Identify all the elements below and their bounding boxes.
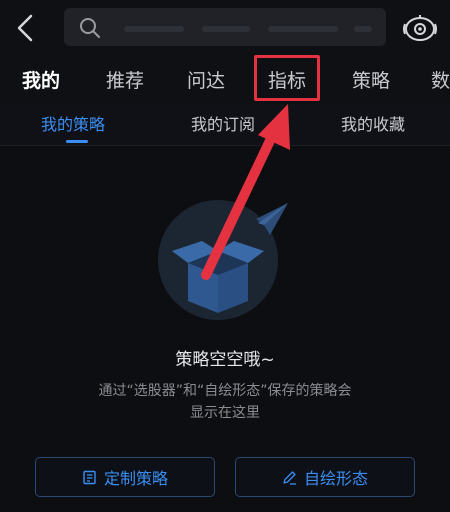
highlight-annotation-box — [254, 55, 320, 101]
search-bar[interactable] — [64, 8, 386, 46]
empty-state-description: 通过“选股器”和“自绘形态”保存的策略会 显示在这里 — [75, 380, 375, 424]
active-tab-indicator — [66, 140, 88, 143]
top-bar — [0, 0, 450, 56]
tab-mine[interactable]: 我的 — [22, 70, 60, 92]
main-tab-bar: 我的 推荐 问达 指标 策略 数 — [0, 56, 450, 104]
robot-assistant-icon[interactable] — [402, 12, 438, 44]
back-arrow-icon[interactable] — [12, 12, 40, 44]
blurred-placeholder — [124, 26, 184, 32]
tab-data[interactable]: 数 — [431, 70, 450, 92]
tab-strategy[interactable]: 策略 — [352, 70, 390, 92]
pencil-icon — [283, 470, 296, 485]
subtab-my-strategies[interactable]: 我的策略 — [41, 115, 105, 135]
subtab-my-favorites[interactable]: 我的收藏 — [341, 115, 405, 135]
tab-ask[interactable]: 问达 — [187, 70, 225, 92]
document-list-icon — [83, 470, 96, 484]
blurred-placeholder — [202, 26, 250, 32]
subtab-my-subscriptions[interactable]: 我的订阅 — [191, 115, 255, 135]
search-icon — [80, 18, 100, 38]
custom-strategy-button[interactable]: 定制策略 — [35, 457, 215, 497]
draw-pattern-button[interactable]: 自绘形态 — [235, 457, 415, 497]
draw-pattern-label: 自绘形态 — [303, 469, 368, 488]
empty-box-illustration — [158, 200, 288, 320]
custom-strategy-label: 定制策略 — [103, 469, 168, 488]
empty-state-desc-line: 通过“选股器”和“自绘形态”保存的策略会 — [98, 383, 352, 399]
tab-recommend[interactable]: 推荐 — [106, 70, 144, 92]
empty-state-title: 策略空空哦~ — [175, 350, 275, 370]
blurred-placeholder — [268, 26, 338, 32]
blurred-placeholder — [354, 26, 372, 32]
empty-state-desc-line: 显示在这里 — [190, 405, 260, 421]
